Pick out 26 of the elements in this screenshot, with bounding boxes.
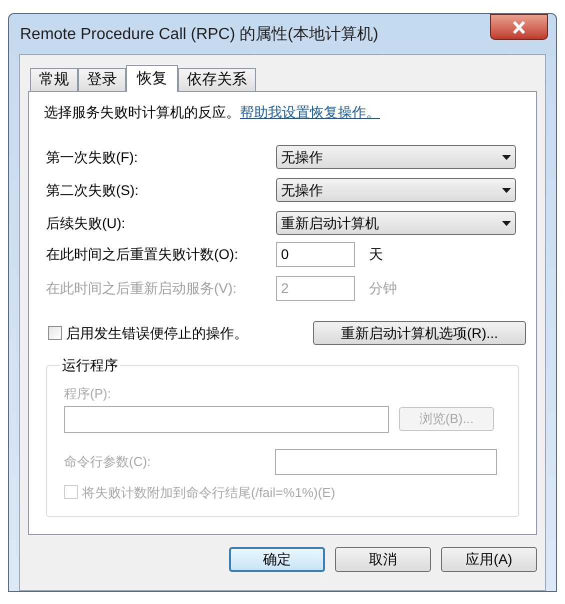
tab[interactable]: 依存关系	[178, 68, 256, 91]
field-label: 在此时间之后重置失败计数(O):	[46, 245, 240, 264]
checkbox-label: 将失败计数附加到命令行结尾(/fail=%1%)(E)	[82, 484, 336, 502]
dropdown[interactable]: 无操作	[276, 178, 516, 202]
field-label: 后续失败(U):	[46, 214, 126, 233]
dropdown[interactable]: 重新启动计算机	[276, 211, 516, 235]
tab[interactable]: 常规	[30, 68, 78, 91]
number-field[interactable]: 0	[276, 242, 355, 267]
tab[interactable]: 登录	[78, 68, 126, 91]
window-title: Remote Procedure Call (RPC) 的属性(本地计算机)	[19, 24, 380, 45]
tab[interactable]: 恢复	[126, 65, 178, 92]
unit-label: 分钟	[369, 279, 397, 298]
field-label: 第二次失败(S):	[46, 180, 140, 200]
field-label: 第一次失败(F):	[46, 148, 139, 167]
field-label: 在此时间之后重新启动服务(V):	[46, 279, 238, 298]
description-text: 选择服务失败时计算机的反应。	[44, 103, 240, 122]
field-label: 命令行参数(C):	[64, 452, 152, 471]
unit-label: 天	[369, 245, 383, 264]
dropdown[interactable]: 无操作	[276, 145, 516, 169]
restart-options-button[interactable]: 重新启动计算机选项(R)...	[313, 321, 526, 345]
dialog-button[interactable]: 取消	[335, 547, 431, 572]
dialog-button[interactable]: 应用(A)	[441, 547, 537, 572]
dialog-button[interactable]: 确定	[229, 547, 325, 572]
checkbox-label: 启用发生错误便停止的操作。	[66, 324, 249, 342]
help-link[interactable]: 帮助我设置恢复操作。	[240, 102, 380, 123]
field-label: 程序(P):	[64, 385, 112, 403]
